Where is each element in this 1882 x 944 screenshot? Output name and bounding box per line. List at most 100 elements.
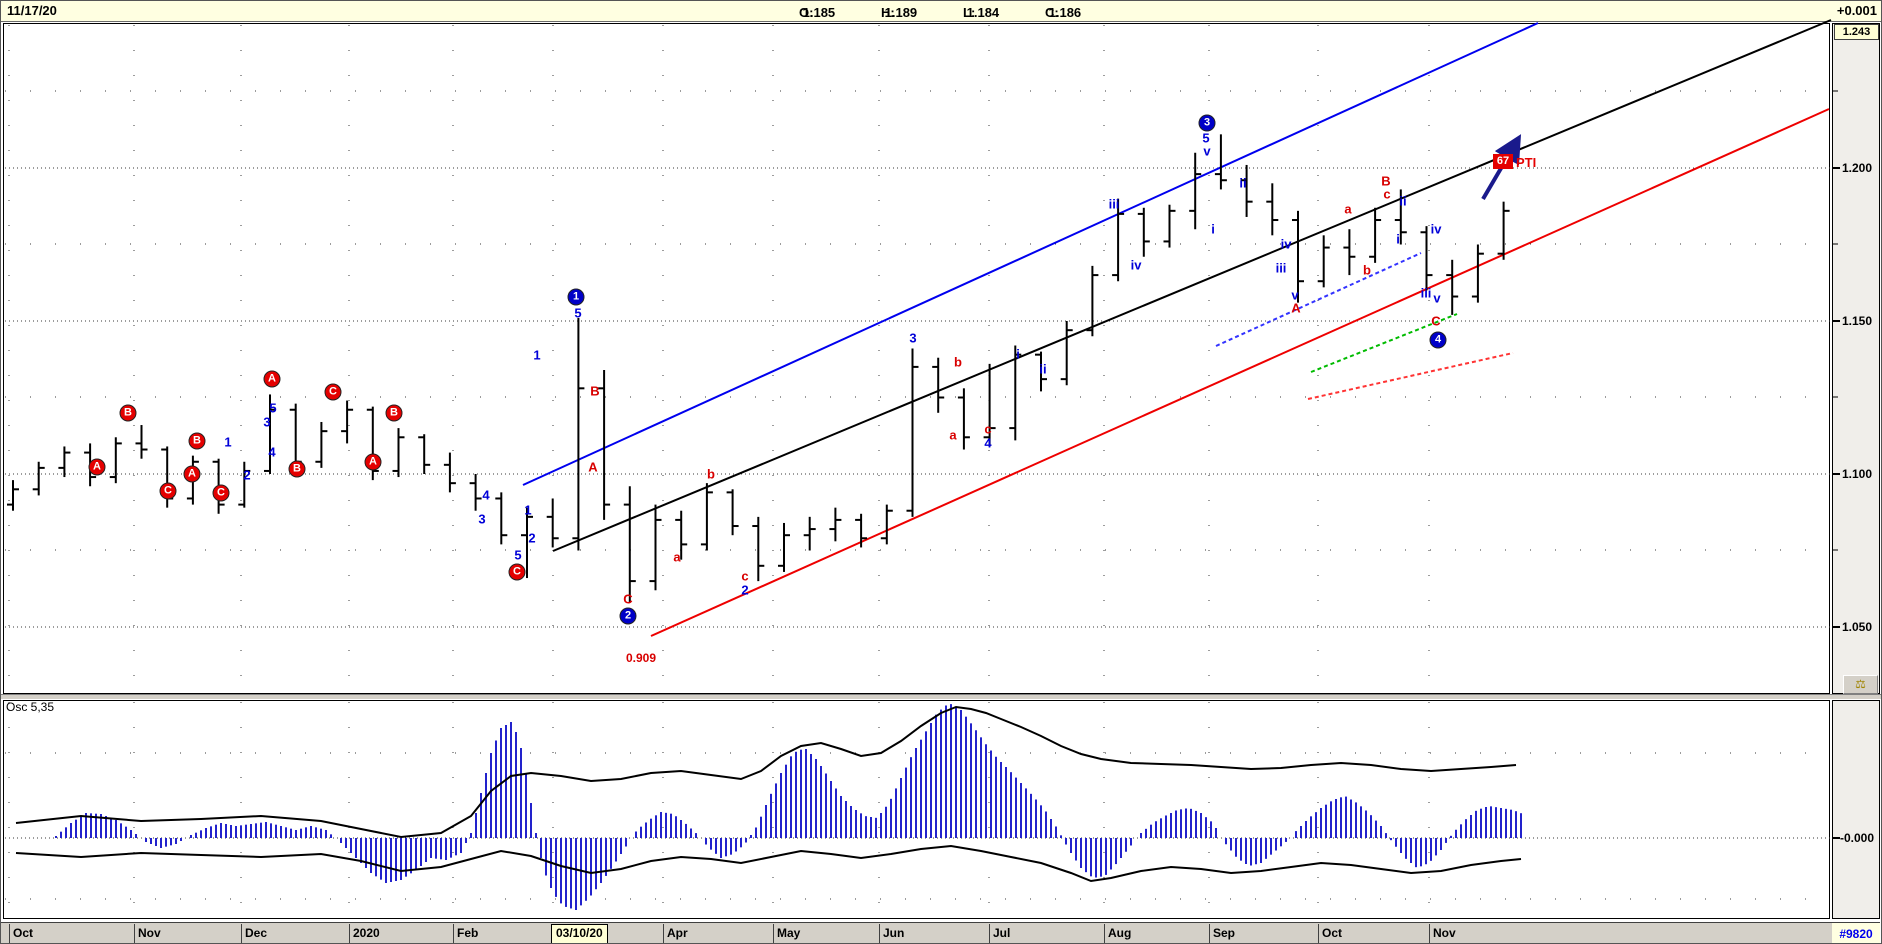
time-axis-tick bbox=[134, 924, 135, 943]
wave-label-blue: i bbox=[1211, 221, 1215, 237]
chart-id-badge: #9820 bbox=[1832, 922, 1880, 943]
channel-lines bbox=[522, 19, 1832, 637]
pti-value-box: 67 bbox=[1493, 154, 1513, 169]
wave-label-red: c bbox=[1383, 186, 1391, 202]
wave-label-red-circle: B bbox=[385, 404, 403, 422]
time-axis-tick bbox=[773, 924, 774, 943]
wave-label-blue: 4 bbox=[984, 435, 992, 451]
time-axis-month-label: Nov bbox=[1433, 926, 1456, 940]
wave-label-red: C bbox=[1431, 313, 1441, 329]
wave-label-red-circle: C bbox=[159, 482, 177, 500]
price-axis-label: 1.050 bbox=[1842, 620, 1873, 634]
wave-label-blue: 2 bbox=[243, 467, 251, 483]
chart-window: 11/17/20 O: 1.185 H: 1.189 L: 1.184 C: 1… bbox=[0, 0, 1882, 944]
price-bars bbox=[7, 134, 1510, 603]
wave-label-blue: 3 bbox=[478, 511, 486, 527]
wave-label-blue: ii bbox=[1399, 193, 1407, 209]
wave-label-blue: iii bbox=[1108, 196, 1120, 212]
time-axis-tick bbox=[1429, 924, 1430, 943]
wave-label-blue: 1 bbox=[224, 434, 232, 450]
wave-label-red: b bbox=[954, 354, 962, 370]
chart-canvas bbox=[5, 19, 1840, 917]
wave-label-blue: 4 bbox=[482, 487, 490, 503]
wave-label-red: A bbox=[588, 459, 598, 475]
wave-label-red: b bbox=[707, 466, 715, 482]
time-axis[interactable]: Oct Nov Dec 2020 Feb 03/10/20 Apr May Jun Jul Aug S… bbox=[1, 922, 1832, 943]
wave-label-red: a bbox=[673, 549, 681, 565]
wave-label-red-circle: A bbox=[263, 370, 281, 388]
wave-label-blue: ii bbox=[1239, 175, 1247, 191]
wave-label-blue: 2 bbox=[741, 582, 749, 598]
wave-label-red: C bbox=[623, 591, 633, 607]
time-axis-tick bbox=[1318, 924, 1319, 943]
wave-label-red-circle: B bbox=[119, 404, 137, 422]
wave-label-red: A bbox=[1291, 300, 1301, 316]
time-axis-tick bbox=[879, 924, 880, 943]
axis-ticks bbox=[1833, 90, 1840, 839]
wave-label-blue: 4 bbox=[268, 444, 276, 460]
wave-label-blue-circle: 3 bbox=[1198, 114, 1216, 132]
wave-label-blue: 3 bbox=[263, 414, 271, 430]
price-axis-label: 1.200 bbox=[1842, 161, 1873, 175]
time-axis-month-label: Oct bbox=[13, 926, 34, 940]
wave-label-blue-circle: 1 bbox=[567, 288, 585, 306]
wave-label-blue: 5 bbox=[514, 547, 522, 563]
wave-label-red-circle: C bbox=[212, 484, 230, 502]
wave-label-red-circle: C bbox=[508, 563, 526, 581]
time-axis-month-label: Feb bbox=[457, 926, 479, 940]
wave-label-blue: 1 bbox=[533, 347, 541, 363]
wave-label-red-circle: A bbox=[88, 458, 106, 476]
wave-label-blue: 2 bbox=[528, 530, 536, 546]
time-axis-month-label: Jun bbox=[883, 926, 905, 940]
wave-label-blue: 3 bbox=[909, 330, 917, 346]
wave-label-blue-circle: 4 bbox=[1429, 331, 1447, 349]
price-axis-label: 1.150 bbox=[1842, 314, 1873, 328]
time-axis-month-label: Jul bbox=[993, 926, 1011, 940]
highlighted-date-marker: 03/10/20 bbox=[551, 924, 608, 943]
time-axis-tick bbox=[1104, 924, 1105, 943]
time-axis-tick bbox=[663, 924, 664, 943]
time-axis-month-label: May bbox=[777, 926, 801, 940]
wave-label-red: c bbox=[984, 421, 992, 437]
wave-label-red: b bbox=[1363, 262, 1371, 278]
oscillator-zero-label: -0.000 bbox=[1840, 831, 1875, 845]
time-axis-month-label: Oct bbox=[1322, 926, 1343, 940]
wave-label-blue: iii bbox=[1420, 285, 1432, 301]
time-axis-month-label: Apr bbox=[667, 926, 688, 940]
wave-label-red: c bbox=[741, 568, 749, 584]
wave-label-red: a bbox=[1344, 201, 1352, 217]
time-axis-tick bbox=[349, 924, 350, 943]
time-axis-month-label: 2020 bbox=[353, 926, 380, 940]
time-axis-tick bbox=[9, 924, 10, 943]
wave-label-blue: 5 bbox=[574, 305, 582, 321]
pti-label: PTI bbox=[1516, 155, 1537, 170]
time-axis-month-label: Sep bbox=[1213, 926, 1236, 940]
trend-arrow bbox=[1481, 134, 1522, 201]
time-axis-month-label: Nov bbox=[138, 926, 161, 940]
wave-label-blue: v bbox=[1433, 290, 1441, 306]
time-axis-month-label: Aug bbox=[1108, 926, 1132, 940]
time-axis-month-label: Dec bbox=[245, 926, 268, 940]
wave-label-blue: iv bbox=[1130, 257, 1142, 273]
wave-label-red-circle: B bbox=[188, 432, 206, 450]
wave-label-red-circle: A bbox=[183, 465, 201, 483]
wave-label-red: a bbox=[949, 427, 957, 443]
wave-label-blue: i bbox=[1016, 346, 1020, 362]
channel-start-price-label: 0.909 bbox=[625, 651, 657, 665]
wave-label-blue: iv bbox=[1430, 221, 1442, 237]
time-axis-tick bbox=[241, 924, 242, 943]
wave-label-blue: 5 bbox=[269, 400, 277, 416]
wave-label-red-circle: B bbox=[288, 460, 306, 478]
wave-label-blue: i bbox=[1396, 231, 1400, 247]
wave-label-red-circle: A bbox=[364, 453, 382, 471]
time-axis-tick bbox=[989, 924, 990, 943]
wave-label-red: B bbox=[590, 383, 600, 399]
time-axis-tick bbox=[1209, 924, 1210, 943]
wave-label-blue: iv bbox=[1280, 236, 1292, 252]
wave-label-blue: iii bbox=[1275, 260, 1287, 276]
gridlines bbox=[5, 25, 1830, 917]
price-axis-label: 1.100 bbox=[1842, 467, 1873, 481]
oscillator-histogram bbox=[15, 704, 1522, 910]
wave-label-red-circle: C bbox=[324, 383, 342, 401]
wave-label-blue: v bbox=[1203, 143, 1211, 159]
